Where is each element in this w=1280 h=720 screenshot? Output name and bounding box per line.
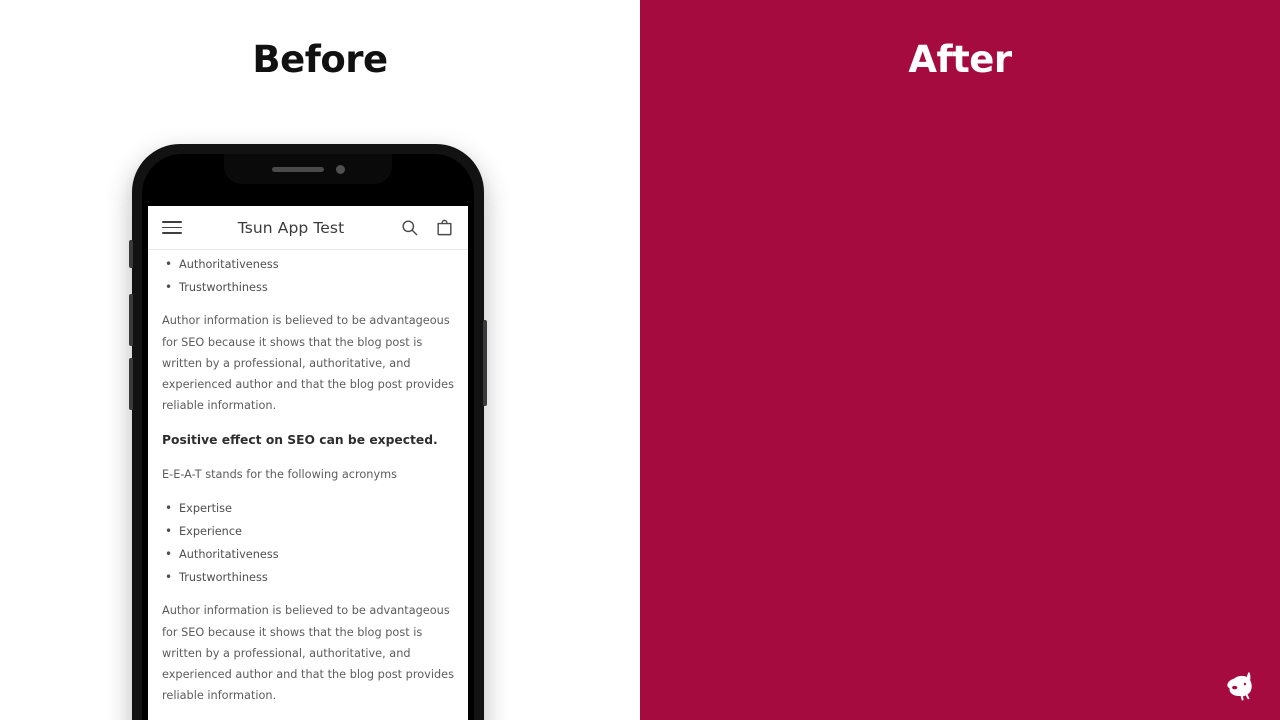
header-actions-before xyxy=(400,218,454,237)
list-item: Experience xyxy=(162,520,454,543)
earpiece-speaker-icon xyxy=(271,166,324,172)
list-item: Authoritativeness xyxy=(162,543,454,566)
power-button[interactable] xyxy=(483,320,487,406)
paragraph-eeat-intro: E-E-A-T stands for the following acronym… xyxy=(162,468,398,482)
comparison-stage: Before Tsun App Test • Authoritativeness… xyxy=(0,0,1280,720)
volume-up-button[interactable] xyxy=(129,294,133,346)
hamburger-menu-icon[interactable] xyxy=(162,221,182,234)
panel-after: After ions: iPhone Tsun App Test xyxy=(640,0,1280,720)
paragraph-author-info-2: Author information is believed to be adv… xyxy=(162,604,454,703)
device-frame-before: Tsun App Test Authoritativenes xyxy=(142,154,474,720)
phone-screen-before: Tsun App Test Authoritativenes xyxy=(148,206,468,720)
list-item: Expertise xyxy=(162,497,454,520)
bullet-list-eeat: Expertise Experience Authoritativeness T… xyxy=(162,497,454,590)
app-header-before: Tsun App Test xyxy=(148,206,468,250)
paragraph-author-info: Author information is believed to be adv… xyxy=(162,314,454,413)
device-notch xyxy=(224,154,392,184)
search-icon[interactable] xyxy=(400,218,419,237)
heading-positive-effect: Positive effect on SEO can be expected. xyxy=(162,432,438,447)
list-item: Authoritativeness xyxy=(162,253,454,276)
front-camera-icon xyxy=(335,164,345,174)
list-item: Trustworthiness xyxy=(162,276,454,299)
dog-head-logo-icon xyxy=(1220,664,1262,706)
shopping-bag-icon[interactable] xyxy=(435,218,454,237)
volume-down-button[interactable] xyxy=(129,358,133,410)
mute-switch[interactable] xyxy=(129,240,133,268)
panel-before: Before Tsun App Test • Authoritativeness… xyxy=(0,0,640,720)
phone-device-before: Tsun App Test Authoritativenes xyxy=(129,144,487,720)
panel-before-heading: Before xyxy=(252,38,388,81)
panel-after-heading: After xyxy=(908,38,1012,81)
bullet-list-top-before: Authoritativeness Trustworthiness xyxy=(162,253,454,299)
list-item: Trustworthiness xyxy=(162,566,454,589)
app-title-before: Tsun App Test xyxy=(237,218,345,237)
screen-body-before: Authoritativeness Trustworthiness Author… xyxy=(148,250,468,720)
